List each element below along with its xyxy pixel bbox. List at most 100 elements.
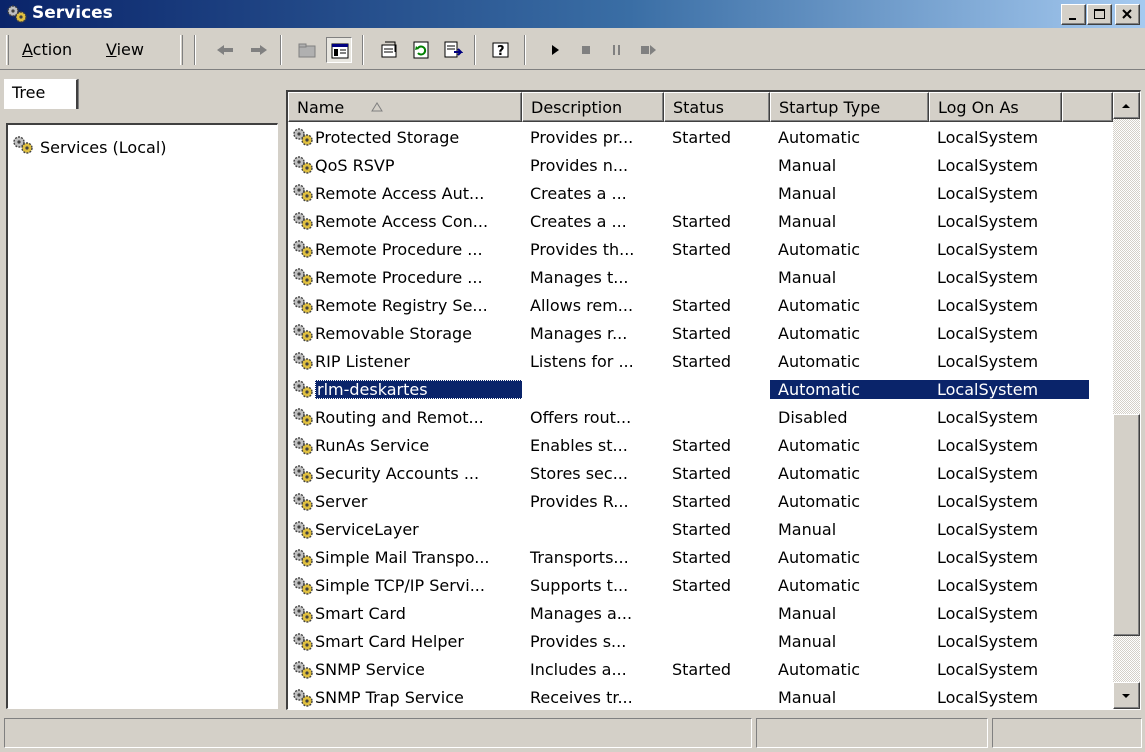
table-row[interactable]: Remote Access Aut... Creates a ... Manual L…: [288, 179, 1113, 207]
table-row[interactable]: ServiceLayer Started Manual LocalSystem: [288, 516, 1113, 544]
properties-button[interactable]: [376, 37, 402, 63]
cell-description: Stores sec...: [530, 464, 628, 484]
refresh-button[interactable]: [408, 37, 434, 63]
cell-status: Started: [672, 492, 732, 512]
forward-button[interactable]: [246, 37, 272, 63]
column-header-log-on-as[interactable]: Log On As: [929, 92, 1062, 122]
toolbar-separator: [194, 35, 196, 65]
table-row[interactable]: Security Accounts ... Stores sec... Starte…: [288, 460, 1113, 488]
help-button[interactable]: ?: [488, 37, 514, 63]
scrollbar-thumb[interactable]: [1113, 414, 1140, 636]
cell-startup-type: Automatic: [778, 660, 861, 680]
toolbar-separator: [280, 35, 282, 65]
column-headers: Name Description Status Startup Type Log…: [288, 92, 1113, 122]
menu-view[interactable]: View: [106, 40, 144, 59]
tree-tab[interactable]: Tree: [4, 79, 78, 109]
cell-description: Enables st...: [530, 436, 628, 456]
table-row[interactable]: QoS RSVP Provides n... Manual LocalSystem: [288, 151, 1113, 179]
cell-name: Protected Storage: [288, 126, 522, 148]
cell-log-on-as: LocalSystem: [937, 183, 1039, 203]
table-row[interactable]: Removable Storage Manages r... Started Auto…: [288, 319, 1113, 347]
minimize-button[interactable]: [1061, 4, 1086, 25]
toolbar: Action View ?: [0, 30, 1145, 70]
services-gear-icon: [12, 135, 34, 159]
service-name: ServiceLayer: [315, 520, 419, 540]
scroll-down-button[interactable]: [1113, 682, 1140, 709]
table-row[interactable]: Simple Mail Transpo... Transports... Start…: [288, 544, 1113, 572]
toolbar-separator: [524, 35, 526, 65]
cell-log-on-as: LocalSystem: [937, 155, 1039, 175]
help-icon: ?: [492, 42, 509, 59]
toolbar-grip[interactable]: [6, 35, 9, 65]
service-name: Simple Mail Transpo...: [315, 548, 490, 568]
table-row[interactable]: Remote Registry Se... Allows rem... Starte…: [288, 291, 1113, 319]
table-row[interactable]: RIP Listener Listens for ... Started Automa…: [288, 347, 1113, 375]
cell-name: Security Accounts ...: [288, 463, 522, 485]
table-row[interactable]: Smart Card Manages a... Manual LocalSystem: [288, 600, 1113, 628]
table-row[interactable]: Remote Procedure ... Provides th... Starte…: [288, 235, 1113, 263]
toolbar-grip[interactable]: [180, 35, 183, 65]
table-row[interactable]: RunAs Service Enables st... Started Automat…: [288, 432, 1113, 460]
back-button[interactable]: [212, 37, 238, 63]
table-row[interactable]: Server Provides R... Started Automatic Local…: [288, 488, 1113, 516]
cell-status: Started: [672, 211, 732, 231]
cell-status: Started: [672, 436, 732, 456]
svg-text:?: ?: [497, 44, 505, 59]
cell-startup-type: Manual: [778, 183, 837, 203]
cell-log-on-as: LocalSystem: [937, 464, 1039, 484]
service-name: RIP Listener: [315, 351, 410, 371]
cell-name: Remote Access Con...: [288, 210, 522, 232]
maximize-button[interactable]: [1087, 4, 1112, 25]
cell-description: Transports...: [530, 548, 629, 568]
column-header-startup-type[interactable]: Startup Type: [770, 92, 929, 122]
cell-name: Remote Procedure ...: [288, 238, 522, 260]
table-row[interactable]: Protected Storage Provides pr... Started Au…: [288, 123, 1113, 151]
table-row[interactable]: SNMP Trap Service Receives tr... Manual Loc…: [288, 684, 1113, 709]
restart-service-button[interactable]: [636, 37, 662, 63]
table-row[interactable]: Smart Card Helper Provides s... Manual Loca…: [288, 628, 1113, 656]
vertical-scrollbar[interactable]: [1113, 92, 1140, 709]
scroll-down-arrow-icon: [1122, 694, 1130, 698]
cell-description: Provides n...: [530, 155, 629, 175]
column-header-name[interactable]: Name: [288, 92, 522, 122]
table-row[interactable]: Routing and Remot... Offers rout... Disabl…: [288, 403, 1113, 431]
service-name: Routing and Remot...: [315, 407, 484, 427]
up-level-button[interactable]: [294, 37, 320, 63]
table-row[interactable]: Simple TCP/IP Servi... Supports t... Start…: [288, 572, 1113, 600]
service-name: Smart Card Helper: [315, 632, 464, 652]
title-bar[interactable]: Services: [0, 0, 1145, 29]
service-name: Server: [315, 492, 368, 512]
status-bar: [0, 714, 1145, 752]
show-hide-tree-icon: [331, 43, 349, 59]
table-row[interactable]: Remote Procedure ... Manages t... Manual Lo…: [288, 263, 1113, 291]
table-row[interactable]: SNMP Service Includes a... Started Automati…: [288, 656, 1113, 684]
cell-description: Provides th...: [530, 239, 635, 259]
column-header-description[interactable]: Description: [522, 92, 664, 122]
menu-action[interactable]: Action: [22, 40, 72, 59]
pause-service-button[interactable]: [604, 37, 630, 63]
start-service-button[interactable]: [542, 37, 568, 63]
service-gear-icon: [292, 575, 314, 597]
table-row[interactable]: Remote Access Con... Creates a ... Started…: [288, 207, 1113, 235]
close-button[interactable]: [1115, 4, 1140, 25]
service-gear-icon: [292, 210, 314, 232]
service-name: Protected Storage: [315, 127, 460, 147]
restart-service-icon: [641, 45, 656, 55]
cell-startup-type: Manual: [778, 632, 837, 652]
table-row[interactable]: rlm-deskartes Automatic LocalSystem: [288, 375, 1113, 403]
column-header-status[interactable]: Status: [664, 92, 770, 122]
service-name: QoS RSVP: [315, 155, 395, 175]
stop-service-button[interactable]: [574, 37, 600, 63]
cell-description: Creates a ...: [530, 183, 627, 203]
show-hide-tree-button[interactable]: [326, 37, 352, 63]
export-list-button[interactable]: [440, 37, 466, 63]
cell-name: Remote Procedure ...: [288, 266, 522, 288]
service-name: Remote Access Aut...: [315, 183, 485, 203]
cell-name: Server: [288, 491, 522, 513]
service-name: Simple TCP/IP Servi...: [315, 576, 485, 596]
cell-status: Started: [672, 520, 732, 540]
tree-node-services-local[interactable]: Services (Local): [12, 135, 167, 159]
cell-name: QoS RSVP: [288, 154, 522, 176]
cell-description: Provides R...: [530, 492, 629, 512]
scroll-up-button[interactable]: [1113, 92, 1140, 119]
